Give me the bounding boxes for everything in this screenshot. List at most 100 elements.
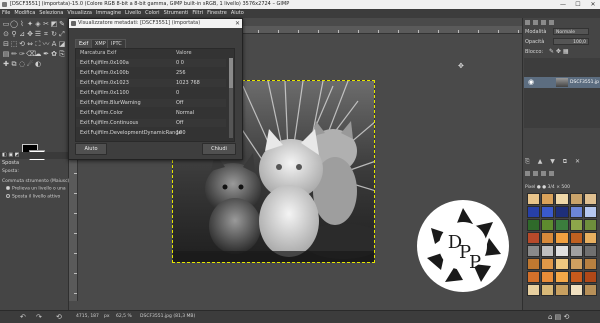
close-window-button[interactable]: ✕ <box>586 0 600 9</box>
dodge-icon[interactable]: ◐ <box>34 60 42 68</box>
pattern-swatch[interactable] <box>527 206 541 218</box>
pattern-swatch[interactable] <box>555 219 569 231</box>
bucket-icon[interactable]: ◪ <box>58 40 66 48</box>
menu-file[interactable]: File <box>2 9 10 18</box>
unit-select[interactable]: px <box>104 311 110 323</box>
perspective-icon[interactable]: ⬚ <box>10 40 18 48</box>
flip-icon[interactable]: ⇔ <box>26 40 34 48</box>
move-icon[interactable]: ✥ <box>26 30 34 38</box>
pattern-swatch[interactable] <box>583 219 597 231</box>
pattern-swatch[interactable] <box>555 245 569 257</box>
mypaint-icon[interactable]: ✿ <box>50 50 58 58</box>
dock-tabs[interactable] <box>525 19 554 27</box>
transform-icon[interactable]: ⟲ <box>18 40 26 48</box>
pattern-swatch[interactable] <box>583 258 597 270</box>
redo-icon[interactable]: ↷ <box>36 311 42 323</box>
zoom-icon[interactable]: ⚲ <box>10 30 18 38</box>
menu-seleziona[interactable]: Seleziona <box>39 9 63 18</box>
brush-filter[interactable]: Pixel ● ● 3/4 × 500 <box>525 185 570 190</box>
metadata-row[interactable]: Exif.Fujifilm.0x100a 0 0 <box>76 59 226 67</box>
pattern-swatch[interactable] <box>541 219 555 231</box>
pattern-swatch[interactable] <box>569 258 583 270</box>
pattern-swatch[interactable] <box>555 284 569 296</box>
menu-livello[interactable]: Livello <box>125 9 141 18</box>
lock-icons[interactable]: ✎ ✥ ▦ <box>549 48 569 55</box>
menu-strumenti[interactable]: Strumenti <box>164 9 189 18</box>
pattern-swatch[interactable] <box>569 245 583 257</box>
help-button[interactable]: Aiuto <box>75 143 107 155</box>
perspective-clone-icon[interactable]: ⧉ <box>10 60 18 68</box>
free-select-icon[interactable]: ⌇ <box>18 20 26 28</box>
gradient-icon[interactable]: ▤ <box>2 50 10 58</box>
layer-row[interactable]: ◉ DSCF3551.jp <box>524 77 600 88</box>
scissors-icon[interactable]: ✂ <box>42 20 50 28</box>
fuzzy-select-icon[interactable]: ✦ <box>26 20 34 28</box>
pencil-icon[interactable]: ✏ <box>10 50 18 58</box>
scale-icon[interactable]: ⤢ <box>58 30 66 38</box>
pattern-swatch[interactable] <box>555 206 569 218</box>
pattern-swatch[interactable] <box>527 232 541 244</box>
crop-icon[interactable]: ⌗ <box>42 30 50 38</box>
menu-aiuto[interactable]: Aiuto <box>231 9 244 18</box>
close-button[interactable]: Chiudi <box>202 143 236 155</box>
pattern-swatch[interactable] <box>555 193 569 205</box>
paths-icon[interactable]: ✎ <box>58 20 66 28</box>
menu-visualizza[interactable]: Visualizza <box>67 9 92 18</box>
warp-icon[interactable]: 〰 <box>42 40 50 48</box>
pattern-swatch[interactable] <box>527 245 541 257</box>
pattern-swatch[interactable] <box>527 284 541 296</box>
pattern-swatch[interactable] <box>569 271 583 283</box>
reset-icon[interactable]: ⟲ <box>56 311 62 323</box>
pattern-swatch[interactable] <box>555 232 569 244</box>
tab-exif[interactable]: Exif <box>75 39 93 48</box>
metadata-row[interactable]: Exif.Fujifilm.Continuous Off <box>76 119 226 127</box>
minimize-button[interactable]: — <box>556 0 570 9</box>
column-header-value[interactable]: Valore <box>176 49 192 57</box>
tool-options-tabs[interactable]: ◧ ▣ ◩ <box>0 152 68 159</box>
rect-select-icon[interactable]: ▭ <box>2 20 10 28</box>
ellipse-select-icon[interactable]: ◯ <box>10 20 18 28</box>
metadata-row[interactable]: Exif.Fujifilm.0x100b 256 <box>76 69 226 77</box>
menu-colori[interactable]: Colori <box>145 9 159 18</box>
eraser-icon[interactable]: ⌫ <box>26 50 36 58</box>
pattern-swatch[interactable] <box>583 193 597 205</box>
pattern-swatch[interactable] <box>569 232 583 244</box>
menu-modifica[interactable]: Modifica <box>14 9 35 18</box>
pattern-swatch[interactable] <box>541 271 555 283</box>
tab-iptc[interactable]: IPTC <box>107 39 126 48</box>
pattern-grid[interactable] <box>527 193 597 303</box>
pattern-swatch[interactable] <box>583 284 597 296</box>
pattern-swatch[interactable] <box>555 258 569 270</box>
maximize-button[interactable]: ☐ <box>571 0 585 9</box>
heal-icon[interactable]: ✚ <box>2 60 10 68</box>
dock-bottom-icons[interactable]: ⌂ ▤ ⟲ <box>548 311 569 323</box>
scrollbar-thumb[interactable] <box>229 58 233 88</box>
dialog-close-icon[interactable]: ✕ <box>235 19 240 28</box>
metadata-row[interactable]: Exif.Fujifilm.Color Normal <box>76 109 226 117</box>
opacity-field[interactable]: 100,0 <box>553 38 589 45</box>
pattern-swatch[interactable] <box>569 219 583 231</box>
foreground-select-icon[interactable]: ◩ <box>50 20 58 28</box>
pattern-swatch[interactable] <box>541 232 555 244</box>
pattern-swatch[interactable] <box>569 193 583 205</box>
ink-icon[interactable]: ✒ <box>42 50 50 58</box>
measure-icon[interactable]: ⊿ <box>18 30 26 38</box>
pattern-swatch[interactable] <box>527 193 541 205</box>
metadata-row[interactable]: Exif.Fujifilm.DevelopmentDynamicRange 100 <box>76 129 226 137</box>
brush-tabs[interactable] <box>525 170 554 178</box>
pattern-swatch[interactable] <box>569 206 583 218</box>
clone-icon[interactable]: ⎘ <box>58 50 66 58</box>
smudge-icon[interactable]: ☄ <box>26 60 34 68</box>
column-header-tag[interactable]: Marcatura Exif <box>80 49 116 57</box>
pattern-swatch[interactable] <box>541 284 555 296</box>
blur-icon[interactable]: ◌ <box>18 60 26 68</box>
shear-icon[interactable]: ⊟ <box>2 40 10 48</box>
color-select-icon[interactable]: ◈ <box>34 20 42 28</box>
pattern-swatch[interactable] <box>527 258 541 270</box>
dialog-titlebar[interactable]: Visualizzatore metadati: [DSCF3551] (imp… <box>69 19 242 28</box>
metadata-table[interactable]: Marcatura Exif Valore Exif.Fujifilm.0x10… <box>75 48 235 142</box>
metadata-row[interactable]: Exif.Fujifilm.0x1023 1023 768 <box>76 79 226 87</box>
color-picker-icon[interactable]: ⊙ <box>2 30 10 38</box>
metadata-row[interactable]: Exif.Fujifilm.BlurWarning Off <box>76 99 226 107</box>
menu-finestre[interactable]: Finestre <box>207 9 227 18</box>
